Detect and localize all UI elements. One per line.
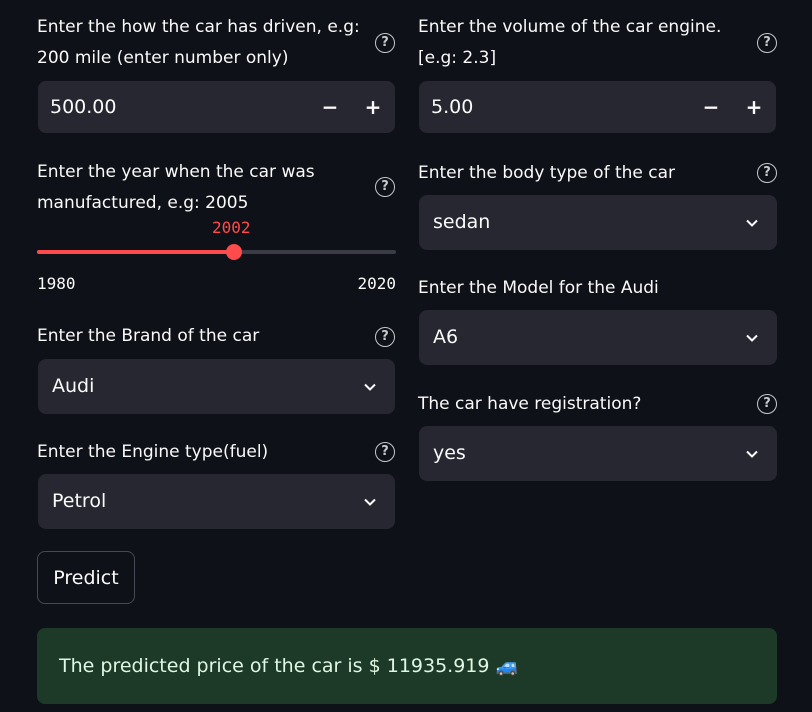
question-circle-icon[interactable]: ? bbox=[757, 33, 777, 53]
year-slider[interactable]: 2002 1980 2020 bbox=[37, 218, 396, 294]
body-type-select[interactable]: sedan bbox=[419, 195, 777, 250]
engine-volume-decrement-button[interactable]: − bbox=[689, 81, 733, 133]
brand-select[interactable]: Audi bbox=[38, 359, 395, 414]
mileage-increment-button[interactable]: + bbox=[351, 81, 395, 133]
question-circle-icon[interactable]: ? bbox=[757, 163, 777, 183]
year-label: Enter the year when the car was manufact… bbox=[37, 162, 315, 213]
mileage-input-group: 500.00 − + bbox=[38, 81, 395, 133]
engine-volume-input[interactable]: 5.00 bbox=[419, 81, 691, 133]
mileage-input[interactable]: 500.00 bbox=[38, 81, 310, 133]
engine-type-label: Enter the Engine type(fuel) bbox=[37, 442, 269, 462]
engine-volume-label: Enter the volume of the car engine. [e.g… bbox=[418, 17, 722, 68]
question-circle-icon[interactable]: ? bbox=[375, 327, 395, 347]
prediction-result-banner: The predicted price of the car is $ 1193… bbox=[37, 628, 777, 704]
mileage-label: Enter the how the car has driven, e.g: 2… bbox=[37, 17, 360, 68]
body-type-selected-value: sedan bbox=[433, 211, 491, 233]
engine-type-selected-value: Petrol bbox=[52, 490, 107, 512]
chevron-down-icon bbox=[364, 498, 376, 506]
model-label: Enter the Model for the Audi bbox=[418, 278, 659, 298]
year-slider-value: 2002 bbox=[212, 218, 251, 237]
question-circle-icon[interactable]: ? bbox=[375, 177, 395, 197]
year-slider-fill bbox=[37, 250, 235, 254]
brand-selected-value: Audi bbox=[52, 375, 95, 397]
engine-volume-input-group: 5.00 − + bbox=[419, 81, 776, 133]
chevron-down-icon bbox=[746, 219, 758, 227]
engine-type-select[interactable]: Petrol bbox=[38, 474, 395, 529]
question-circle-icon[interactable]: ? bbox=[375, 442, 395, 462]
mileage-decrement-button[interactable]: − bbox=[308, 81, 352, 133]
engine-volume-increment-button[interactable]: + bbox=[732, 81, 776, 133]
year-slider-min: 1980 bbox=[37, 274, 76, 293]
prediction-result-text: The predicted price of the car is $ 1193… bbox=[59, 655, 520, 677]
chevron-down-icon bbox=[746, 450, 758, 458]
registration-label: The car have registration? bbox=[418, 394, 642, 414]
model-selected-value: A6 bbox=[433, 326, 459, 348]
question-circle-icon[interactable]: ? bbox=[375, 33, 395, 53]
registration-selected-value: yes bbox=[433, 442, 466, 464]
question-circle-icon[interactable]: ? bbox=[757, 394, 777, 414]
year-slider-max: 2020 bbox=[357, 274, 396, 293]
body-type-label: Enter the body type of the car bbox=[418, 163, 676, 183]
registration-select[interactable]: yes bbox=[419, 426, 777, 481]
brand-label: Enter the Brand of the car bbox=[37, 326, 260, 346]
predict-button[interactable]: Predict bbox=[37, 551, 135, 604]
chevron-down-icon bbox=[746, 334, 758, 342]
model-select[interactable]: A6 bbox=[419, 310, 777, 365]
chevron-down-icon bbox=[364, 383, 376, 391]
year-slider-thumb[interactable] bbox=[226, 244, 243, 260]
